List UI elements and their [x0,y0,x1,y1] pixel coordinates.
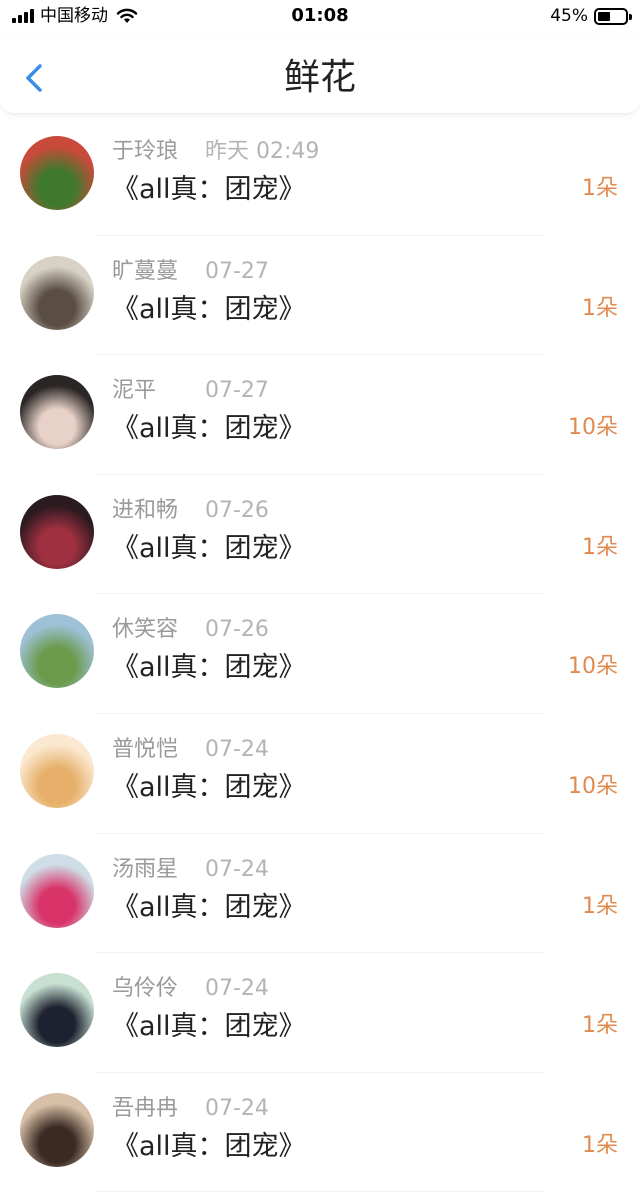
flower-count: 1朵 [582,534,618,560]
list-item[interactable]: 乌伶伶 07-24 《all真：团宠》 1朵 [0,953,640,1073]
book-title: 《all真：团宠》 [112,652,306,684]
sent-date: 昨天 02:49 [205,139,320,164]
flower-count: 10朵 [568,773,618,799]
battery-fill [598,11,610,21]
sent-date: 07-24 [205,1095,269,1121]
flower-count: 1朵 [582,176,618,201]
avatar[interactable] [20,136,94,210]
flower-count: 10朵 [568,415,618,441]
sent-date: 07-24 [205,976,269,1002]
sender-name: 休笑容 [112,617,179,643]
avatar[interactable] [20,1092,94,1167]
list-item[interactable]: 于玲琅 昨天 02:49 《all真：团宠》 1朵 [0,116,640,236]
list-item[interactable]: 进和畅 07-26 《all真：团宠》 1朵 [0,475,640,595]
book-title: 《all真：团宠》 [112,532,306,564]
list-item[interactable]: 吾冉冉 07-24 《all真：团宠》 1朵 [0,1073,640,1192]
list-item[interactable]: 泥平 07-27 《all真：团宠》 10朵 [0,355,640,475]
book-title: 《all真：团宠》 [112,891,306,923]
book-title: 《all真：团宠》 [112,771,306,803]
avatar[interactable] [20,494,94,569]
list-item[interactable]: 休笑容 07-26 《all真：团宠》 10朵 [0,594,640,714]
book-title: 《all真：团宠》 [112,1130,306,1162]
flower-count: 10朵 [568,654,618,680]
sender-name: 于玲琅 [112,139,179,164]
sender-name: 普悦恺 [112,736,179,762]
book-title: 《all真：团宠》 [112,293,306,325]
status-bar: 中国移动 01:08 45% [0,0,640,32]
book-title: 《all真：团宠》 [112,413,306,445]
battery-percent: 45% [550,6,588,26]
battery-icon [594,7,632,25]
flower-count: 1朵 [582,295,618,321]
avatar[interactable] [20,973,94,1048]
sent-date: 07-27 [205,378,269,404]
list-item[interactable]: 旷蔓蔓 07-27 《all真：团宠》 1朵 [0,236,640,356]
flower-count: 1朵 [582,1013,618,1039]
sent-date: 07-26 [205,617,269,643]
flower-count: 1朵 [582,893,618,919]
page-title: 鲜花 [283,57,356,98]
avatar[interactable] [20,375,94,450]
list-item[interactable]: 普悦恺 07-24 《all真：团宠》 10朵 [0,714,640,834]
book-title: 《all真：团宠》 [112,174,306,205]
sent-date: 07-27 [205,258,269,284]
flower-list: 于玲琅 昨天 02:49 《all真：团宠》 1朵 旷蔓蔓 07-27 《all真：团宠》 1… [0,116,640,1192]
avatar[interactable] [20,255,94,330]
flower-count: 1朵 [582,1132,618,1158]
avatar[interactable] [20,614,94,689]
list-item[interactable]: 汤雨星 07-24 《all真：团宠》 1朵 [0,834,640,954]
status-time: 01:08 [291,5,349,26]
sender-name: 乌伶伶 [112,976,179,1002]
sender-name: 汤雨星 [112,856,179,882]
avatar[interactable] [20,853,94,928]
sender-name: 泥平 [112,378,157,404]
book-title: 《all真：团宠》 [112,1011,306,1043]
avatar[interactable] [20,733,94,808]
status-right: 45% [550,6,632,26]
sender-name: 旷蔓蔓 [112,258,179,284]
sent-date: 07-24 [205,736,269,762]
sent-date: 07-26 [205,497,269,523]
sent-date: 07-24 [205,856,269,882]
battery-cap [629,13,632,20]
nav-bar: 鲜花 [0,36,640,114]
sender-name: 吾冉冉 [112,1095,179,1121]
sender-name: 进和畅 [112,497,179,523]
